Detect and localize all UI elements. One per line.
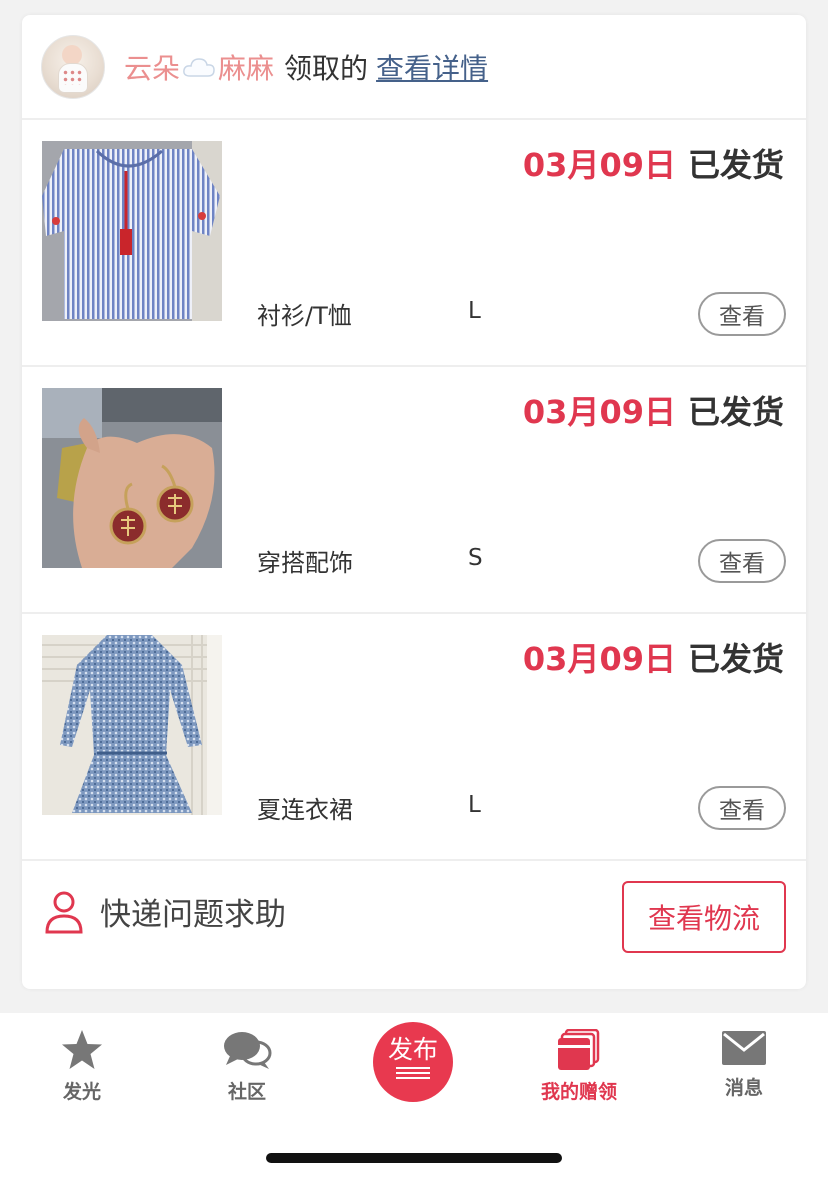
list-item: 03月09日 已发货 穿搭配饰 S 查看 [22,367,806,614]
person-icon [45,891,83,933]
tab-label: 消息 [724,1077,763,1099]
publish-icon [396,1067,430,1079]
ship-date: 03月09日 [522,146,676,184]
item-category: 夏连衣裙 [257,796,353,824]
view-button[interactable]: 查看 [698,539,786,583]
envelope-icon [722,1031,766,1065]
status-text: 已发货 [687,393,784,431]
cloud-icon [183,57,215,77]
item-size: L [468,792,481,818]
ship-date: 03月09日 [522,640,676,678]
status-text: 已发货 [687,146,784,184]
product-photo-shirt[interactable] [42,141,222,321]
chat-bubbles-icon [224,1032,272,1069]
view-details-link[interactable]: 查看详情 [376,47,488,87]
shipping-status: 03月09日 已发货 [523,387,784,433]
claim-card: 云朵 麻麻 领取的 查看详情 03月09日 已发货 衬衫/T恤 L 查看 03月… [22,15,806,989]
list-item: 03月09日 已发货 夏连衣裙 L 查看 [22,614,806,861]
item-category: 穿搭配饰 [257,549,353,577]
claimed-text: 领取的 [284,51,369,85]
home-indicator[interactable] [266,1153,562,1163]
tab-label: 社区 [227,1081,266,1103]
product-photo-dress[interactable] [42,635,222,815]
product-photo-earrings[interactable] [42,388,222,568]
publish-label: 发布 [387,1035,438,1064]
view-logistics-button[interactable]: 查看物流 [622,881,786,953]
claim-header: 云朵 麻麻 领取的 查看详情 [22,15,806,120]
publish-button[interactable]: 发布 [373,1022,453,1102]
avatar[interactable] [41,34,105,99]
tab-glow[interactable]: 发光 [22,1029,142,1104]
header-text: 云朵 麻麻 领取的 查看详情 [124,47,488,87]
gift-cards-icon [558,1029,600,1070]
star-icon [62,1030,102,1069]
tab-label: 我的赠领 [540,1081,617,1103]
delivery-help-label: 快递问题求助 [100,897,286,933]
shipping-status: 03月09日 已发货 [523,140,784,186]
tab-community[interactable]: 社区 [187,1029,307,1104]
status-text: 已发货 [687,640,784,678]
delivery-help-row: 快递问题求助 查看物流 [22,861,806,988]
view-button[interactable]: 查看 [698,786,786,830]
nickname-part2: 麻麻 [218,51,275,85]
item-category: 衬衫/T恤 [257,302,352,330]
nickname-part1: 云朵 [124,51,181,85]
item-size: L [468,298,481,324]
ship-date: 03月09日 [522,393,676,431]
delivery-help[interactable]: 快递问题求助 [44,889,286,934]
item-size: S [468,545,483,571]
list-item: 03月09日 已发货 衬衫/T恤 L 查看 [22,120,806,367]
tab-label: 发光 [62,1081,101,1103]
shipping-status: 03月09日 已发货 [523,634,784,680]
tab-messages[interactable]: 消息 [684,1029,804,1100]
view-button[interactable]: 查看 [698,292,786,336]
tab-my-claims[interactable]: 我的赠领 [519,1029,639,1104]
